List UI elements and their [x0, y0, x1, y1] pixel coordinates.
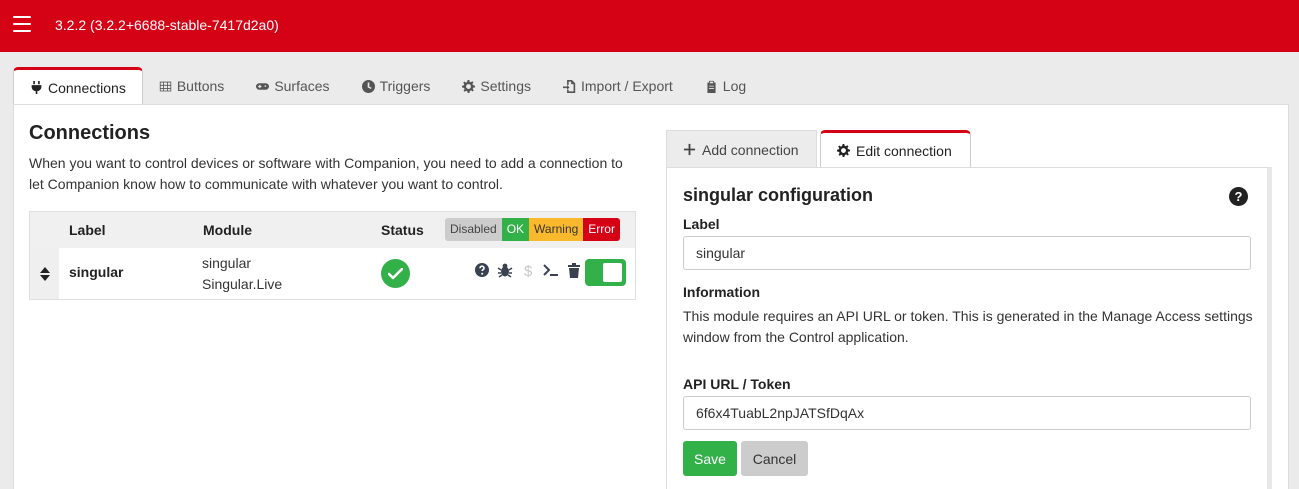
hamburger-icon[interactable]	[13, 16, 31, 32]
tab-label: Connections	[48, 79, 126, 96]
token-input[interactable]	[683, 396, 1251, 430]
help-icon[interactable]: ?	[1229, 187, 1248, 206]
plug-icon	[31, 81, 42, 94]
info-heading: Information	[683, 284, 760, 300]
label-input[interactable]	[683, 236, 1251, 270]
plus-icon	[683, 143, 696, 156]
column-label: Label	[69, 222, 106, 238]
gear-icon	[837, 144, 850, 157]
module-name: singular	[202, 255, 252, 271]
help-icon[interactable]	[474, 262, 490, 278]
tab-label: Edit connection	[856, 142, 952, 159]
status-ok-icon	[381, 259, 410, 288]
bug-icon[interactable]	[497, 262, 513, 278]
tab-add-connection[interactable]: Add connection	[666, 130, 817, 168]
tab-log[interactable]: Log	[689, 67, 762, 105]
tab-settings[interactable]: Settings	[446, 67, 547, 105]
label-heading: Label	[683, 216, 720, 232]
row-actions: $	[474, 262, 582, 278]
terminal-icon[interactable]	[543, 262, 559, 278]
gear-icon	[462, 79, 476, 93]
enable-toggle[interactable]	[585, 259, 626, 286]
token-heading: API URL / Token	[683, 376, 791, 392]
info-text: This module requires an API URL or token…	[683, 308, 1253, 345]
cancel-button[interactable]: Cancel	[741, 441, 808, 476]
svg-text:$: $	[524, 263, 533, 278]
status-legend: Disabled OK Warning Error	[445, 218, 620, 241]
connection-module: singular Singular.Live	[202, 253, 282, 295]
connections-table: Label Module Status Disabled OK Warning …	[29, 211, 636, 300]
clipboard-icon	[707, 80, 716, 93]
page-title: Connections	[29, 122, 151, 144]
tab-label: Add connection	[702, 141, 799, 158]
version-label: 3.2.2 (3.2.2+6688-stable-7417d2a0)	[55, 17, 279, 33]
dollar-icon[interactable]: $	[520, 262, 536, 278]
legend-warning: Warning	[529, 218, 584, 241]
tab-label: Triggers	[379, 78, 431, 94]
sort-icon	[39, 266, 50, 281]
tab-edit-connection[interactable]: Edit connection	[820, 130, 971, 168]
trash-icon[interactable]	[566, 262, 582, 278]
save-button[interactable]: Save	[683, 441, 737, 476]
tab-label: Surfaces	[274, 78, 330, 94]
clock-icon	[361, 79, 375, 93]
column-status: Status	[381, 222, 424, 238]
tab-connections[interactable]: Connections	[13, 67, 143, 105]
legend-error: Error	[583, 218, 620, 241]
top-bar: 3.2.2 (3.2.2+6688-stable-7417d2a0)	[0, 0, 1299, 52]
tab-label: Import / Export	[580, 78, 673, 94]
tab-buttons[interactable]: Buttons	[143, 67, 240, 105]
config-title: singular configuration	[683, 185, 874, 205]
tab-import-export[interactable]: Import / Export	[547, 67, 689, 105]
grid-icon	[159, 81, 172, 91]
tab-surfaces[interactable]: Surfaces	[240, 67, 345, 105]
tab-triggers[interactable]: Triggers	[346, 67, 447, 105]
tab-label: Buttons	[176, 78, 225, 94]
drag-handle[interactable]	[30, 248, 59, 299]
module-product: Singular.Live	[202, 276, 283, 292]
gamepad-icon	[256, 82, 270, 90]
legend-disabled: Disabled	[445, 218, 502, 241]
connection-label: singular	[69, 264, 124, 280]
page-description: When you want to control devices or soft…	[29, 155, 623, 192]
tab-label: Log	[722, 78, 747, 94]
legend-ok: OK	[501, 218, 530, 241]
file-import-icon	[562, 79, 576, 93]
table-row: singular singular Singular.Live $	[30, 248, 635, 299]
main-tabs: Connections Buttons Surfaces Triggers Se…	[13, 67, 762, 105]
column-module: Module	[203, 222, 252, 238]
tab-label: Settings	[480, 78, 531, 94]
table-header: Label Module Status Disabled OK Warning …	[30, 212, 635, 248]
